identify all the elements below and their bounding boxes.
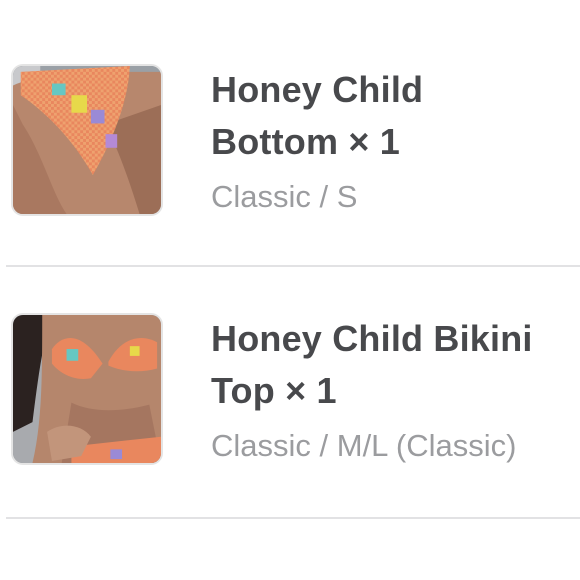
product-thumbnail[interactable] [11, 64, 163, 216]
line-item[interactable]: Honey Child Bottom × 1 Classic / S [0, 64, 580, 219]
divider [6, 517, 580, 519]
product-title-line: Bottom × 1 [211, 121, 401, 162]
product-title[interactable]: Honey Child Bottom × 1 [211, 64, 576, 168]
cart-line-items: Honey Child Bottom × 1 Classic / S Honey… [0, 0, 580, 580]
product-photo-top [13, 315, 161, 463]
product-photo-bottom [13, 66, 161, 214]
line-item-details: Honey Child Bikini Top × 1 Classic / M/L… [211, 313, 576, 466]
product-title[interactable]: Honey Child Bikini Top × 1 [211, 313, 576, 417]
product-title-line: Honey Child [211, 69, 424, 110]
product-title-line: Top × 1 [211, 370, 337, 411]
variant-label: Classic / M/L (Classic) [211, 428, 517, 463]
product-thumbnail[interactable] [11, 313, 163, 465]
divider [6, 265, 580, 267]
product-title-line: Honey Child Bikini [211, 318, 533, 359]
line-item-details: Honey Child Bottom × 1 Classic / S [211, 64, 576, 217]
variant-label: Classic / S [211, 179, 358, 214]
line-item[interactable]: Honey Child Bikini Top × 1 Classic / M/L… [0, 313, 580, 469]
